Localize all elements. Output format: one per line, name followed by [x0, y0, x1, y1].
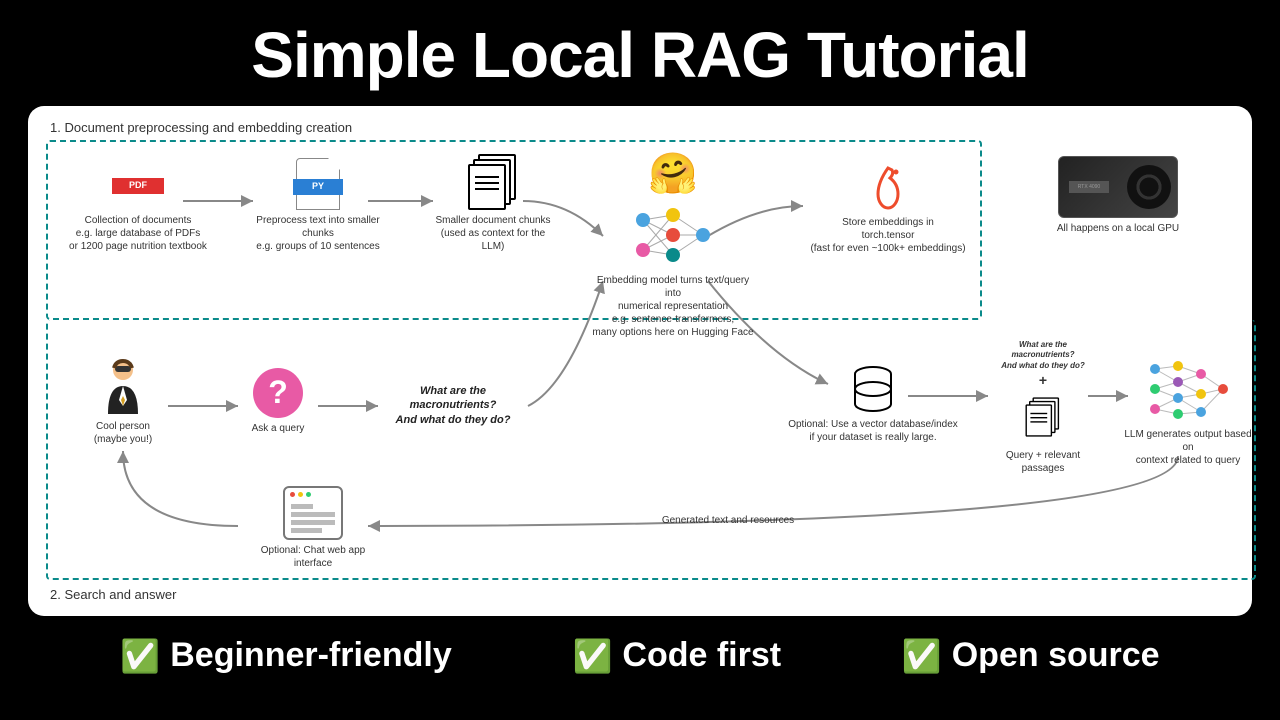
query-text-node: What are the macronutrients? And what do…	[383, 384, 523, 427]
pdf-label: Collection of documents e.g. large datab…	[68, 214, 208, 253]
check-icon: ✅	[573, 637, 613, 675]
generated-text-label: Generated text and resources	[628, 514, 828, 527]
pdf-icon: PDF	[116, 158, 160, 210]
footer-beginner: ✅Beginner-friendly	[120, 636, 451, 675]
py-icon: PY	[296, 158, 340, 210]
pytorch-icon	[868, 164, 908, 212]
query-text: What are the macronutrients? And what do…	[383, 384, 523, 427]
llm-node: LLM generates output based on context re…	[1118, 354, 1258, 467]
chunks-node: Smaller document chunks (used as context…	[428, 154, 558, 253]
pdf-node: PDF Collection of documents e.g. large d…	[68, 158, 208, 253]
tensor-node: Store embeddings in torch.tensor (fast f…	[803, 164, 973, 255]
gpu-icon: RTX 4090	[1058, 156, 1178, 218]
retrieved-query: What are the macronutrients? And what do…	[988, 340, 1098, 371]
ask-node: ? Ask a query	[238, 368, 318, 435]
passages-icon	[1026, 398, 1061, 437]
llm-label: LLM generates output based on context re…	[1118, 428, 1258, 467]
person-node: Cool person (maybe you!)	[78, 356, 168, 446]
page-title: Simple Local RAG Tutorial	[0, 0, 1280, 106]
browser-icon	[283, 486, 343, 540]
retrieved-node: What are the macronutrients? And what do…	[988, 340, 1098, 475]
tensor-label: Store embeddings in torch.tensor (fast f…	[803, 216, 973, 255]
ask-label: Ask a query	[238, 422, 318, 435]
gpu-label-text: All happens on a local GPU	[1028, 222, 1208, 235]
embed-label: Embedding model turns text/query into nu…	[588, 274, 758, 339]
plus-icon: +	[988, 371, 1098, 389]
vectordb-node: Optional: Use a vector database/index if…	[788, 364, 958, 444]
footer-code: ✅Code first	[573, 636, 782, 675]
question-mark-icon: ?	[253, 368, 303, 418]
embed-node: 🤗 Embedding model turns text/query into …	[588, 148, 758, 339]
gpu-node: RTX 4090 All happens on a local GPU	[1028, 156, 1208, 235]
llm-network-icon	[1143, 354, 1233, 424]
footer: ✅Beginner-friendly ✅Code first ✅Open sou…	[0, 616, 1280, 675]
webapp-label: Optional: Chat web app interface	[248, 544, 378, 570]
generated-label-node: Generated text and resources	[628, 514, 828, 527]
person-icon	[100, 356, 146, 416]
py-label: Preprocess text into smaller chunks e.g.…	[253, 214, 383, 253]
documents-icon	[468, 154, 518, 210]
check-icon: ✅	[120, 637, 160, 675]
database-icon	[848, 364, 898, 414]
footer-open: ✅Open source	[902, 636, 1160, 675]
webapp-node: Optional: Chat web app interface	[248, 486, 378, 570]
neural-network-icon	[628, 200, 718, 270]
section-1-label: 1. Document preprocessing and embedding …	[50, 120, 352, 135]
check-icon: ✅	[902, 637, 942, 675]
hugging-face-icon: 🤗	[588, 148, 758, 200]
chunks-label: Smaller document chunks (used as context…	[428, 214, 558, 253]
py-node: PY Preprocess text into smaller chunks e…	[253, 158, 383, 253]
retrieved-label: Query + relevant passages	[988, 449, 1098, 475]
section-2-label: 2. Search and answer	[50, 587, 176, 602]
diagram-panel: 1. Document preprocessing and embedding …	[28, 106, 1252, 616]
vectordb-label: Optional: Use a vector database/index if…	[788, 418, 958, 444]
person-label: Cool person (maybe you!)	[78, 420, 168, 446]
